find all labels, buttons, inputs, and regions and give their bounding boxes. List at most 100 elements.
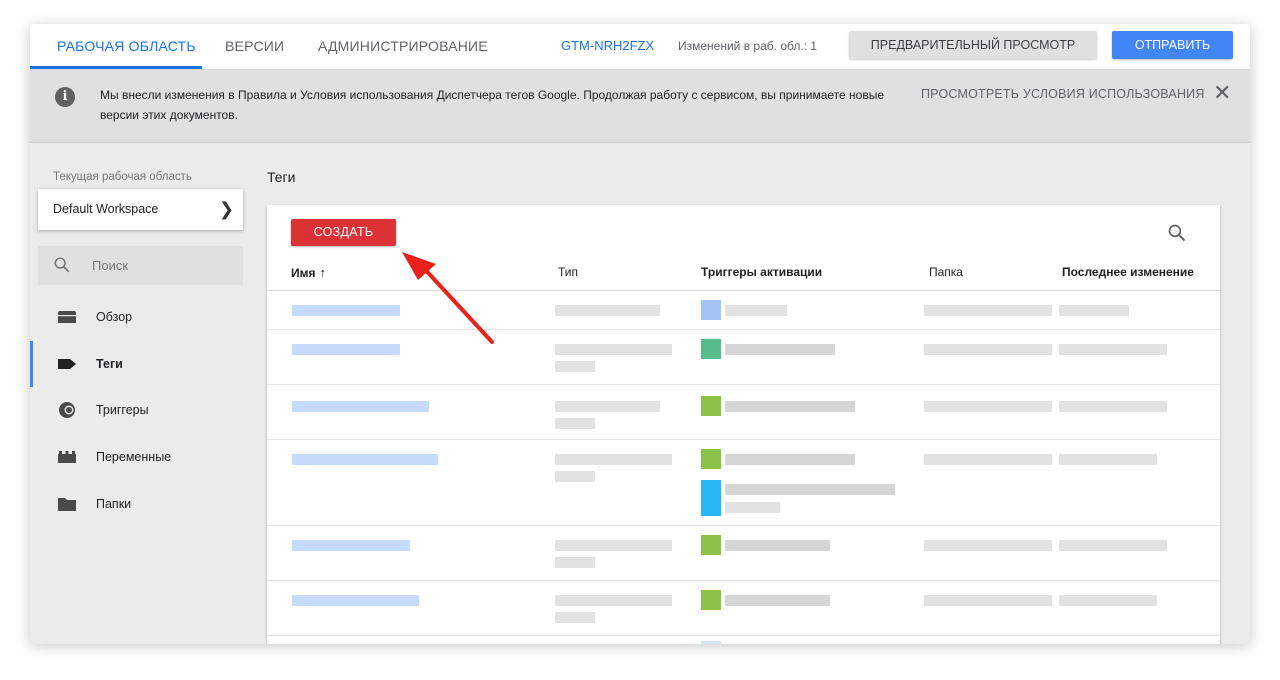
column-header-triggers[interactable]: Триггеры активации [701,265,822,279]
table-row[interactable] [267,636,1220,644]
overview-folder-icon [58,311,76,323]
column-header-folder[interactable]: Папка [929,265,963,279]
workspace-name: Default Workspace [53,202,159,216]
blurred-trigger-name [725,305,787,316]
blurred-tag-name[interactable] [292,401,429,412]
blurred-tag-type [555,401,660,412]
blurred-tag-type [555,454,672,465]
trigger-color-chip [701,641,721,644]
sidebar-item-triggers[interactable]: Триггеры [30,387,260,433]
column-header-label: Имя [291,266,316,280]
close-icon[interactable]: ✕ [1213,82,1231,104]
terms-notice-banner: i Мы внесли изменения в Правила и Услови… [30,70,1250,143]
trigger-color-chip [701,449,721,469]
blurred-tag-type [555,595,672,606]
blurred-tag-type [555,612,595,623]
blurred-folder [924,344,1052,355]
sort-arrow-icon: ↑ [319,265,327,280]
create-tag-button[interactable]: СОЗДАТЬ [291,219,396,246]
blurred-trigger-name [725,401,855,412]
blurred-tag-name[interactable] [292,595,419,606]
blurred-trigger-name [725,454,855,465]
preview-button[interactable]: ПРЕДВАРИТЕЛЬНЫЙ ПРОСМОТР [849,31,1097,59]
sidebar-search-placeholder: Поиск [92,258,129,273]
blurred-tag-type [555,418,595,429]
active-tab-indicator [30,66,202,69]
trigger-color-chip [701,396,721,416]
blurred-tag-name[interactable] [292,454,438,465]
top-navigation-bar: РАБОЧАЯ ОБЛАСТЬ ВЕРСИИ АДМИНИСТРИРОВАНИЕ… [30,24,1250,70]
sidebar-item-folders[interactable]: Папки [30,481,260,527]
blurred-tag-type [555,361,595,372]
sidebar-item-variables[interactable]: Переменные [30,434,260,480]
table-row[interactable] [267,526,1220,581]
blurred-modified [1059,540,1167,551]
sidebar-item-label: Теги [96,357,123,371]
info-icon: i [55,87,75,107]
sidebar-item-tags[interactable]: Теги [30,341,260,387]
blurred-folder [924,305,1052,316]
sidebar-item-label: Папки [96,497,132,511]
sidebar-search[interactable]: Поиск [38,246,243,285]
blurred-folder [924,540,1052,551]
blurred-tag-type [555,344,672,355]
blurred-tag-type [555,557,595,568]
variables-icon [58,451,76,463]
column-header-modified[interactable]: Последнее изменение [1062,265,1194,279]
trigger-color-chip [701,535,721,555]
blurred-modified [1059,595,1157,606]
blurred-folder [924,454,1052,465]
sidebar-item-label: Переменные [96,450,172,464]
search-icon [54,257,70,273]
gtm-window: РАБОЧАЯ ОБЛАСТЬ ВЕРСИИ АДМИНИСТРИРОВАНИЕ… [30,24,1250,644]
blurred-modified [1059,401,1167,412]
table-row[interactable] [267,291,1220,330]
trigger-color-chip [701,300,721,320]
sidebar-item-label: Триггеры [96,403,149,417]
blurred-folder [924,401,1052,412]
blurred-tag-type [555,471,595,482]
folder-icon [58,498,76,511]
search-icon[interactable] [1167,223,1187,243]
blurred-tag-name[interactable] [292,540,410,551]
blurred-trigger-name [725,344,835,355]
tags-table-card: СОЗДАТЬ Имя ↑ Тип Триггеры активации Папк… [267,205,1220,644]
blurred-folder [924,595,1052,606]
table-row[interactable] [267,440,1220,526]
tab-versions[interactable]: ВЕРСИИ [225,24,284,69]
tab-admin[interactable]: АДМИНИСТРИРОВАНИЕ [318,24,488,69]
view-terms-link[interactable]: ПРОСМОТРЕТЬ УСЛОВИЯ ИСПОЛЬЗОВАНИЯ [921,87,1205,101]
trigger-color-chip [701,480,721,516]
tag-icon [58,359,76,369]
sidebar-item-label: Обзор [96,310,133,324]
column-header-name[interactable]: Имя ↑ [291,265,326,280]
submit-button[interactable]: ОТПРАВИТЬ [1112,31,1233,59]
column-header-type[interactable]: Тип [558,265,578,279]
page-title: Теги [267,169,296,185]
workspace-selector[interactable]: Default Workspace ❯ [38,189,243,230]
blurred-tag-name[interactable] [292,344,400,355]
blurred-trigger-name [725,540,830,551]
trigger-icon [59,402,75,418]
blurred-tag-type [555,305,660,316]
container-id-link[interactable]: GTM-NRH2FZX [561,24,654,68]
blurred-modified [1059,344,1167,355]
workspace-changes-count: Изменений в раб. обл.: 1 [678,39,818,53]
current-workspace-label: Текущая рабочая область [53,171,192,183]
notice-text: Мы внесли изменения в Правила и Условия … [100,88,885,122]
blurred-trigger-name [725,595,830,606]
table-row[interactable] [267,385,1220,440]
blurred-trigger-name [725,502,780,513]
active-nav-indicator [30,341,33,387]
trigger-color-chip [701,339,721,359]
table-row[interactable] [267,330,1220,385]
blurred-tag-type [555,540,672,551]
chevron-right-icon: ❯ [219,199,235,219]
tab-workspace[interactable]: РАБОЧАЯ ОБЛАСТЬ [57,24,196,69]
trigger-color-chip [701,590,721,610]
table-row[interactable] [267,581,1220,636]
blurred-modified [1059,305,1129,316]
blurred-modified [1059,454,1157,465]
blurred-tag-name[interactable] [292,305,400,316]
sidebar-item-overview[interactable]: Обзор [30,294,260,340]
